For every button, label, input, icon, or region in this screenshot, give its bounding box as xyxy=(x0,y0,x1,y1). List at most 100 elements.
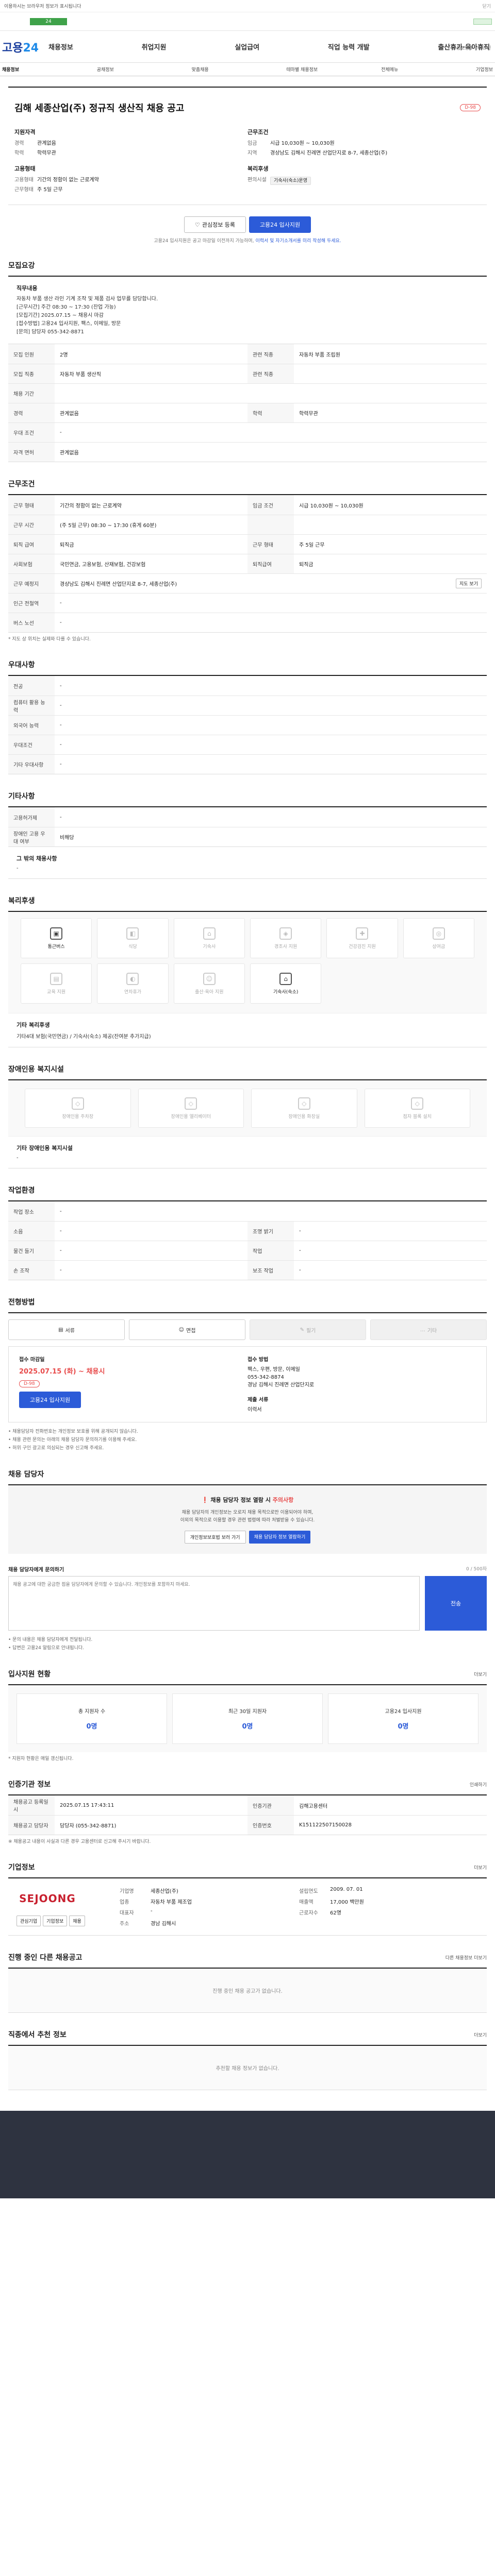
welfare-grid: ▣ 통근버스 ◧ 식당 ⌂ 기숙사 ◈ 경조사 지원 ✚ 건강검진 지원 ◎ 상여금 ▤ 교육 지원 ◐ 연차… xyxy=(8,912,487,1013)
bullet-text: 허위 구인 광고로 의심되는 경우 신고해 주세요. xyxy=(12,1446,104,1451)
welfare-card: ◈ 경조사 지원 xyxy=(250,918,322,958)
stat-label: 총 지원자 수 xyxy=(78,1709,106,1715)
notice-close-button[interactable]: 닫기 xyxy=(482,3,491,9)
elevator-icon: ◇ xyxy=(185,1097,197,1110)
site-logo[interactable]: 고용24 xyxy=(2,39,48,55)
company-more-link[interactable]: 더보기 xyxy=(474,1864,487,1871)
bus-icon: ▣ xyxy=(50,927,63,940)
lnb-item-2[interactable]: 공채정보 xyxy=(97,66,192,73)
conditions-note: * 지도 상 위치는 실제와 다를 수 있습니다. xyxy=(8,637,91,642)
inquiry-textarea[interactable] xyxy=(8,1576,420,1631)
job-desc: 자동차 부품 생산 라인 기계 조작 및 제품 검사 업무를 담당합니다. [근… xyxy=(16,296,158,335)
stat-value: 0명 xyxy=(86,1723,97,1731)
scrap-button[interactable]: ♡ 관심정보 등록 xyxy=(184,216,246,233)
field-label: 컴퓨터 활용 능력 xyxy=(8,696,55,715)
map-view-button[interactable]: 지도 보기 xyxy=(456,579,482,588)
field-value: - xyxy=(60,761,62,767)
kv-value: 학력무관 xyxy=(37,150,56,156)
gnb-item-jobs[interactable]: 채용정보 xyxy=(48,42,73,52)
field-value: 국민연금, 고용보험, 산재보험, 건강보험 xyxy=(60,562,146,568)
stats-more-link[interactable]: 더보기 xyxy=(474,1671,487,1677)
field-label: 자격 면허 xyxy=(8,443,55,462)
field-value: 관계없음 xyxy=(60,450,79,456)
field-label: 장애인 고용 우대 여부 xyxy=(8,827,55,846)
field-label: 근무 시간 xyxy=(8,515,55,534)
ongoing-more-link[interactable]: 다른 채용정보 더보기 xyxy=(446,1954,487,1961)
company-field-value: 자동차 부품 제조업 xyxy=(151,1900,192,1905)
method-label: 기타 xyxy=(427,1328,437,1334)
field-value: (주 5일 근무) 08:30 ~ 17:30 (휴게 60분) xyxy=(60,523,157,529)
field-label: 모집 직종 xyxy=(8,364,55,383)
apply-note-a: 고용24 입사지원은 공고 마감일 이전까지 가능하며, xyxy=(154,239,254,244)
company-jobs-button[interactable]: 채용 xyxy=(69,1916,85,1926)
promo-banner[interactable]: 24 xyxy=(0,12,495,31)
docs-title: 제출 서류 xyxy=(248,1397,269,1403)
welfare-other-title: 기타 복리후생 xyxy=(16,1022,50,1028)
ongoing-empty: 진행 중인 채용 공고가 없습니다. xyxy=(8,1968,487,2013)
field-value: 기간의 정함이 없는 근로계약 xyxy=(60,503,122,509)
lnb-item-3[interactable]: 맞춤채용 xyxy=(192,66,287,73)
table-row: 작업 장소 - xyxy=(8,1201,487,1221)
field-value: 경상남도 김해시 진례면 산업단지로 8-7, 세종산업(주) xyxy=(60,582,177,587)
promo-banner-toggle[interactable] xyxy=(473,18,492,25)
welfare-label: 기숙사(숙소) xyxy=(273,989,299,995)
field-label: 조명 밝기 xyxy=(248,1222,294,1241)
field-value: - xyxy=(60,1267,62,1273)
stat-label: 최근 30일 지원자 xyxy=(228,1709,267,1715)
welfare-label: 교육 지원 xyxy=(47,989,66,995)
gnb-item-benefit[interactable]: 실업급여 xyxy=(235,42,259,52)
field-label: 퇴직 급여 xyxy=(8,535,55,554)
stat-card: 총 지원자 수 0명 xyxy=(16,1693,167,1744)
field-value: 비해당 xyxy=(60,835,74,841)
method-list: ▤ 서류 ☺ 면접 ✎ 필기… 기타 xyxy=(8,1313,487,1346)
more-icon: … xyxy=(420,1327,425,1333)
apply-button-2[interactable]: 고용24 입사지원 xyxy=(19,1392,81,1408)
table-row: 자격 면허 관계없음 xyxy=(8,442,487,462)
gnb-item-support[interactable]: 취업지원 xyxy=(142,42,167,52)
field-value xyxy=(55,384,487,403)
section-preference: 우대사항 전공 - 컴퓨터 활용 능력 - 외국어 능력 - 우대조건 - 기타 우대사항 - xyxy=(8,659,487,774)
print-button[interactable]: 인쇄하기 xyxy=(470,1781,487,1788)
warn-text-a: 채용 담당자 정보 열람 시 xyxy=(210,1497,273,1503)
welfare-label: 연차휴가 xyxy=(124,989,142,995)
table-row: 고용허가제 - xyxy=(8,807,487,827)
field-label: 퇴직급여 xyxy=(248,554,294,573)
lnb-item-6[interactable]: 기업정보 xyxy=(476,66,493,73)
view-contact-button[interactable]: 채용 담당자 정보 열람하기 xyxy=(249,1531,311,1544)
table-row: 경력 관계없음 학력 학력무관 xyxy=(8,403,487,422)
welfare-card: ✚ 건강검진 지원 xyxy=(326,918,398,958)
welfare-label: 식당 xyxy=(128,944,137,950)
section-title: 기타사항 xyxy=(8,792,35,801)
page-title: 김해 세종산업(주) 정규직 생산직 채용 공고 xyxy=(14,103,185,114)
lnb-item-4[interactable]: 테마별 채용정보 xyxy=(286,66,381,73)
field-value: - xyxy=(60,1208,62,1214)
stat-value: 0명 xyxy=(398,1723,409,1731)
summary-right: 근무조건 임금 시급 10,030원 ~ 10,030원 지역 경상남도 김해시 진… xyxy=(248,128,481,196)
welfare-card: ◎ 상여금 xyxy=(403,918,474,958)
field-value: 2025.07.15 17:43:11 xyxy=(60,1802,114,1808)
summary-type-title: 고용형태 xyxy=(14,165,36,172)
field-label: 근무 형태 xyxy=(248,535,294,554)
edu-icon: ▤ xyxy=(50,972,63,985)
table-row: 컴퓨터 활용 능력 - xyxy=(8,696,487,715)
lnb-item-5[interactable]: 전체메뉴 xyxy=(381,66,476,73)
field-label: 채용 기간 xyxy=(8,384,55,403)
company-info-button[interactable]: 기업정보 xyxy=(43,1916,68,1926)
field-value: - xyxy=(60,683,62,689)
privacy-law-button[interactable]: 개인정보보호법 보러 가기 xyxy=(184,1531,246,1544)
gnb-item-training[interactable]: 직업 능력 개발 xyxy=(328,42,370,52)
apply-button[interactable]: 고용24 입사지원 xyxy=(249,216,311,233)
field-value: 시급 10,030원 ~ 10,030원 xyxy=(299,503,364,509)
method-card: ☺ 면접 xyxy=(129,1319,245,1340)
kv-label: 편의시설 xyxy=(248,177,267,183)
kv-label: 고용형태 xyxy=(14,177,34,183)
util-links[interactable]: 고용노동부 | 로그인 xyxy=(452,44,491,51)
table-row: 우대 조건 - xyxy=(8,422,487,442)
dorm-icon: ⌂ xyxy=(203,927,216,940)
fav-company-button[interactable]: 관심기업 xyxy=(16,1916,41,1926)
field-label: 소음 xyxy=(8,1222,55,1241)
inquiry-send-button[interactable]: 전송 xyxy=(425,1576,487,1631)
similar-more-link[interactable]: 더보기 xyxy=(474,2031,487,2038)
table-row: 채용공고 등록일시 2025.07.15 17:43:11 인증기관 김해고용센터 xyxy=(8,1795,487,1815)
lnb-item-1[interactable]: 채용정보 xyxy=(2,66,97,73)
